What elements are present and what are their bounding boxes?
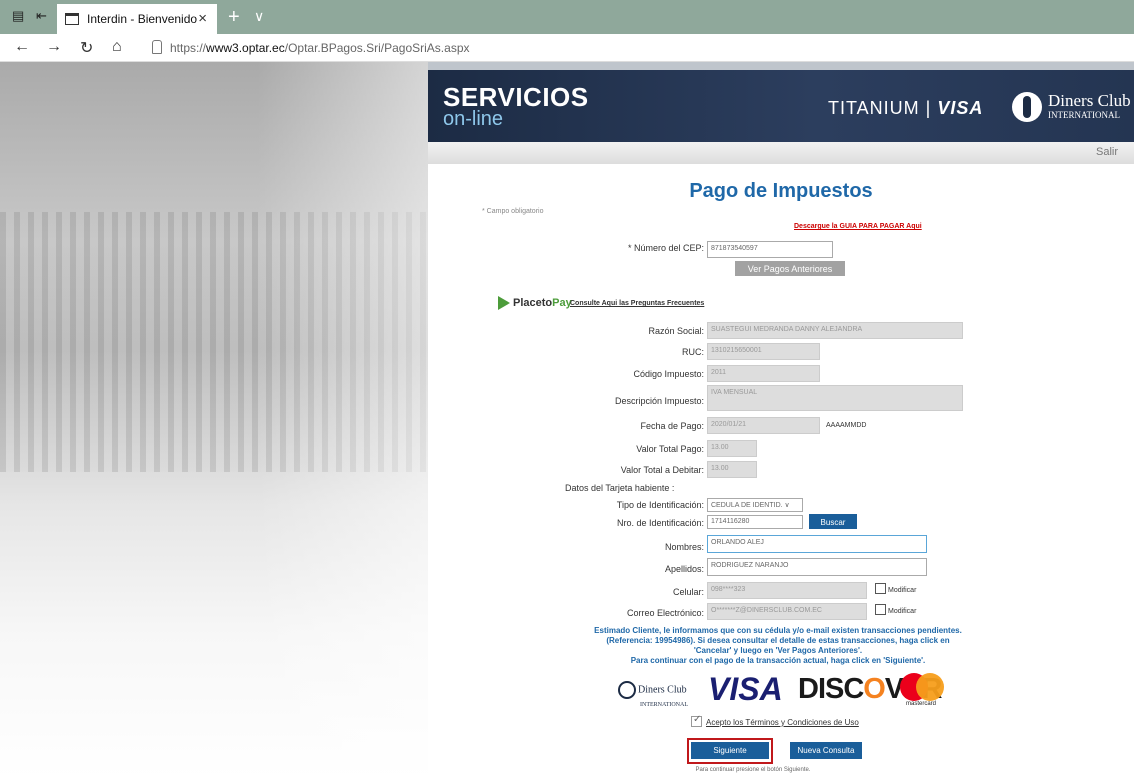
modificar-celular-label: Modificar (888, 587, 917, 594)
nueva-consulta-button[interactable]: Nueva Consulta (790, 742, 862, 759)
fecha-label: Fecha de Pago: (640, 421, 704, 431)
page-icon (65, 13, 79, 25)
chevron-down-icon: ∨ (784, 502, 790, 509)
diners-logo-text: Diners Club INTERNATIONAL (1048, 91, 1131, 120)
placetopay-logo: PlacetoPay (498, 296, 572, 310)
celular-label: Celular: (672, 587, 704, 597)
correo-label: Correo Electrónico: (626, 608, 704, 618)
back-icon[interactable]: ← (14, 38, 30, 56)
desc-field: IVA MENSUAL (707, 385, 963, 411)
cep-label: * Número del CEP: (628, 243, 705, 253)
tab-actions-icon[interactable]: ▤ (12, 9, 26, 23)
tab-title: Interdin - Bienvenido (87, 12, 198, 26)
home-icon[interactable]: ⌂ (112, 38, 122, 56)
desc-label: Descripción Impuesto: (614, 396, 704, 406)
modificar-correo-label: Modificar (888, 608, 917, 615)
faq-link[interactable]: Consulte Aqui las Preguntas Frecuentes (570, 300, 704, 307)
header-banner: SERVICIOS on-line TITANIUM | VISA Diners… (428, 62, 1134, 142)
chevron-down-icon[interactable]: ∨ (254, 8, 264, 25)
titanium-visa-logo: TITANIUM | VISA (828, 98, 984, 118)
set-tabs-aside-icon[interactable]: ⇤ (36, 9, 50, 23)
ruc-label: RUC: (682, 347, 704, 357)
apellidos-input[interactable]: RODRIGUEZ NARANJO (707, 558, 927, 576)
footer-hint: Para continuar presione el botón Siguien… (695, 767, 811, 773)
apellidos-label: Apellidos: (664, 564, 704, 574)
total-field: 13.00 (707, 440, 757, 457)
pending-notice: Estimado Cliente, le informamos que con … (594, 626, 962, 665)
tipo-label: Tipo de Identificación: (616, 500, 704, 510)
background-image (0, 62, 428, 778)
modificar-correo-checkbox[interactable] (875, 604, 886, 615)
close-tab-icon[interactable]: × (198, 10, 207, 27)
diners-logo-icon (1012, 92, 1042, 122)
nombres-label: Nombres: (664, 542, 704, 552)
brand-subtitle: on-line (443, 108, 504, 130)
tipo-select[interactable]: CEDULA DE IDENTID. ∨ (707, 498, 803, 512)
razon-field: SUASTEGUI MEDRANDA DANNY ALEJANDRA (707, 322, 963, 339)
correo-field: O*******Z@DINERSCLUB.COM.EC (707, 603, 867, 620)
diners-card-logo: Diners Club INTERNATIONAL (618, 681, 688, 710)
debitar-label: Valor Total a Debitar: (620, 465, 704, 475)
codigo-field: 2011 (707, 365, 820, 382)
nro-input[interactable]: 1714116280 (707, 515, 803, 529)
codigo-label: Código Impuesto: (633, 369, 704, 379)
ruc-field: 1310215650001 (707, 343, 820, 360)
lock-icon (152, 40, 162, 54)
card-logos: Diners ClubINTERNATIONAL VISA DISCOVER m… (618, 669, 958, 709)
terms-link[interactable]: Acepto los Términos y Condiciones de Uso (706, 718, 859, 727)
fecha-field: 2020/01/21 (707, 417, 820, 434)
buscar-button[interactable]: Buscar (809, 514, 857, 529)
salir-link[interactable]: Salir (1096, 146, 1118, 158)
modificar-celular-checkbox[interactable] (875, 583, 886, 594)
url-field[interactable]: https://www3.optar.ec/Optar.BPagos.Sri/P… (170, 41, 470, 55)
main-content: Pago de Impuestos * Campo obligatorio De… (428, 164, 1134, 778)
guia-link[interactable]: Descargue la GUIA PARA PAGAR Aqui (794, 223, 922, 230)
debitar-field: 13.00 (707, 461, 757, 478)
header-subbar: Salir (428, 142, 1134, 164)
razon-label: Razón Social: (648, 326, 704, 336)
ver-pagos-button[interactable]: Ver Pagos Anteriores (735, 261, 845, 276)
required-note: * Campo obligatorio (482, 208, 544, 215)
mastercard-logo: mastercard (900, 673, 948, 707)
refresh-icon[interactable]: ↻ (80, 38, 93, 58)
total-label: Valor Total Pago: (636, 444, 704, 454)
nro-label: Nro. de Identificación: (616, 518, 704, 528)
checkmark-icon: ✓ (693, 714, 702, 725)
browser-tab-bar: ▤ ⇤ Interdin - Bienvenido × + ∨ (0, 0, 1134, 34)
nombres-input[interactable]: ORLANDO ALEJ (707, 535, 927, 553)
siguiente-button[interactable]: Siguiente (691, 742, 769, 759)
forward-icon[interactable]: → (46, 38, 62, 56)
tarjeta-heading: Datos del Tarjeta habiente : (565, 483, 675, 493)
fecha-format: AAAAMMDD (826, 422, 867, 429)
new-tab-icon[interactable]: + (228, 6, 240, 29)
page-title: Pago de Impuestos (689, 180, 873, 202)
address-bar-row: ← → ↻ ⌂ https://www3.optar.ec/Optar.BPag… (0, 34, 1134, 62)
celular-field: 098****323 (707, 582, 867, 599)
cep-input[interactable]: 871873540597 (707, 241, 833, 258)
terms-checkbox[interactable]: ✓ (691, 714, 702, 727)
visa-logo: VISA (708, 671, 783, 707)
browser-tab[interactable]: Interdin - Bienvenido × (57, 4, 217, 34)
